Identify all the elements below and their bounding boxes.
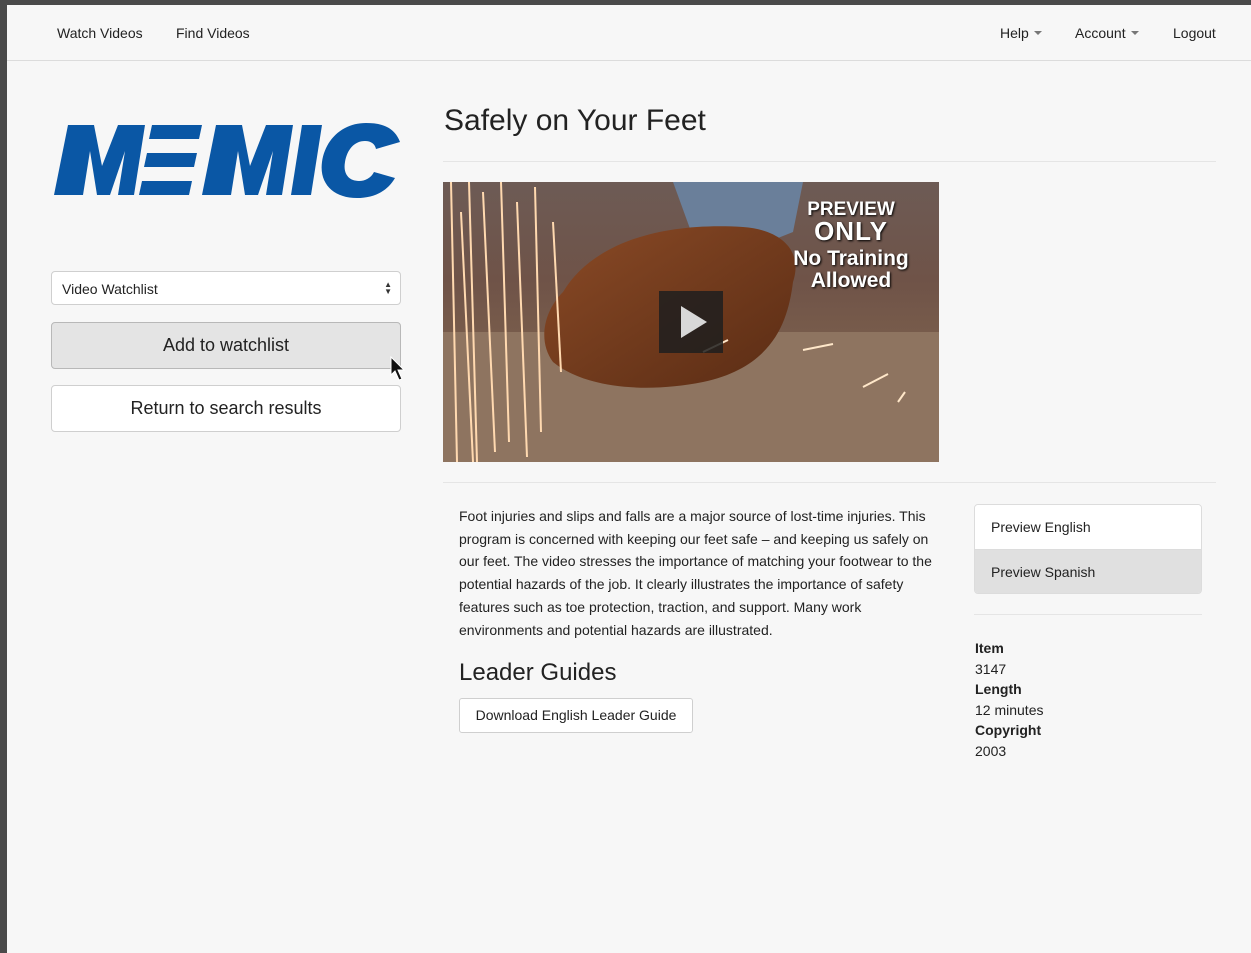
video-metadata: Item 3147 Length 12 minutes Copyright 20…	[975, 638, 1043, 762]
preview-overlay-line4: Allowed	[810, 269, 892, 292]
play-icon[interactable]	[659, 291, 723, 353]
page-title: Safely on Your Feet	[444, 104, 706, 137]
return-to-search-button[interactable]: Return to search results	[51, 385, 401, 432]
length-label: Length	[975, 681, 1022, 698]
divider	[974, 614, 1202, 615]
window-frame-left	[0, 0, 7, 953]
top-navbar: Watch Videos Find Videos Help Account Lo…	[7, 5, 1251, 61]
preview-english-item[interactable]: Preview English	[975, 505, 1201, 550]
nav-watch-videos[interactable]: Watch Videos	[57, 25, 143, 41]
video-description: Foot injuries and slips and falls are a …	[459, 508, 932, 638]
copyright-value: 2003	[975, 742, 1007, 759]
download-leader-guide-button[interactable]: Download English Leader Guide	[459, 698, 693, 733]
nav-help-label: Help	[1000, 25, 1029, 41]
item-label: Item	[975, 640, 1004, 656]
add-to-watchlist-button[interactable]: Add to watchlist	[51, 322, 401, 369]
preview-overlay-line2: ONLY	[814, 216, 888, 246]
item-value: 3147	[975, 660, 1007, 677]
nav-find-videos[interactable]: Find Videos	[176, 25, 250, 41]
copyright-label: Copyright	[975, 722, 1042, 739]
nav-logout[interactable]: Logout	[1173, 25, 1216, 41]
divider	[443, 161, 1216, 162]
leader-guides-heading: Leader Guides	[459, 659, 617, 686]
select-arrows-icon: ▲ ▼	[384, 280, 392, 296]
nav-account-dropdown[interactable]: Account	[1075, 25, 1139, 41]
caret-down-icon	[1033, 31, 1042, 35]
divider	[443, 482, 1216, 483]
preview-overlay-line3: No Training	[793, 247, 909, 270]
preview-language-list: Preview English Preview Spanish	[974, 504, 1202, 594]
memic-logo	[54, 123, 400, 198]
length-value: 12 minutes	[975, 701, 1044, 718]
watchlist-select[interactable]: Video Watchlist ▲ ▼	[51, 271, 401, 305]
nav-help-dropdown[interactable]: Help	[1000, 25, 1042, 41]
nav-account-label: Account	[1075, 25, 1126, 41]
watchlist-select-value: Video Watchlist	[62, 281, 158, 297]
preview-spanish-item[interactable]: Preview Spanish	[975, 550, 1201, 593]
caret-down-icon	[1130, 31, 1139, 35]
mouse-pointer-icon	[390, 356, 406, 381]
video-player[interactable]: PREVIEW ONLY No Training Allowed	[443, 182, 939, 462]
